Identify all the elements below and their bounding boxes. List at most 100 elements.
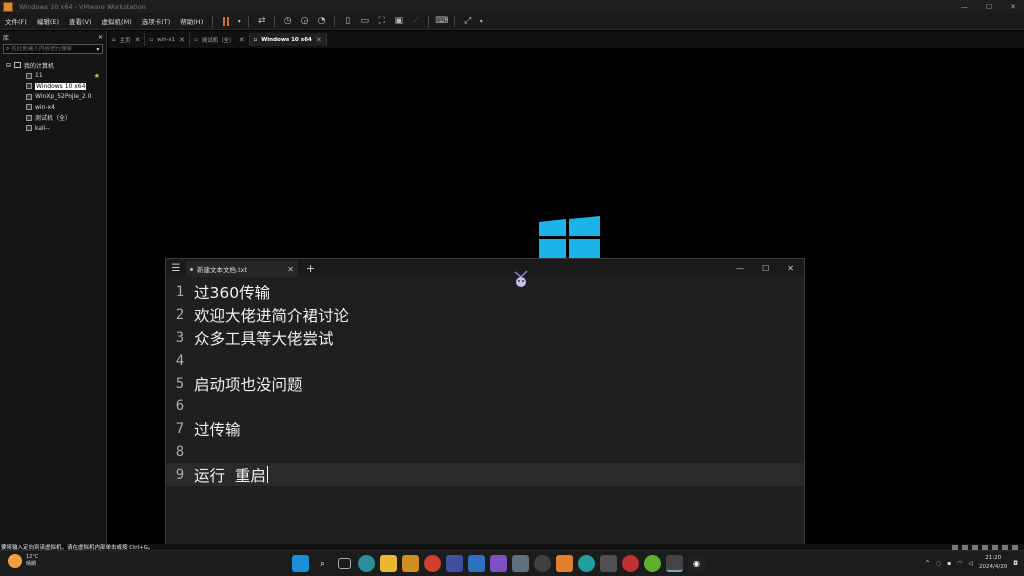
app-icon-10[interactable] [644,555,661,572]
toolbar-separator [428,15,430,27]
notepad-editor[interactable]: 1 过360传输 2 欢迎大佬进简介裙讨论 3 众多工具等大佬尝试 4 5 启动项也没问… [166,277,804,487]
tree-item-winxp[interactable]: WinXp_52Pojie_2.0 [0,92,106,103]
library-search[interactable]: ⌕ ▾ [3,44,103,54]
menu-edit[interactable]: 编辑(E) [32,16,64,26]
thumbnail-icon[interactable]: ▭ [358,15,371,28]
message-icon[interactable] [1012,544,1018,550]
menu-tabs[interactable]: 选项卡(T) [137,16,176,26]
app-icon-1[interactable] [402,555,419,572]
weather-widget[interactable]: 12°C 晴朗 [8,554,38,568]
close-icon[interactable]: ✕ [98,34,103,41]
network-icon[interactable] [972,544,978,550]
tab-wins1[interactable]: ▫ win-s1 ✕ [145,33,190,46]
snapshot-icon[interactable]: ◷ [281,15,294,28]
close-icon[interactable]: ✕ [179,36,185,44]
sound-icon[interactable] [992,544,998,550]
editor-line[interactable]: 3 众多工具等大佬尝试 [166,327,804,350]
editor-line[interactable]: 8 [166,441,804,464]
chevron-down-icon[interactable]: ▾ [236,15,242,28]
tray-app-icon[interactable]: ◌ [936,560,941,567]
console-icon[interactable]: ⌨ [435,15,448,28]
visual-studio-icon[interactable] [490,555,507,572]
editor-line[interactable]: 1 过360传输 [166,281,804,304]
chevron-down-icon[interactable]: ▾ [478,15,484,28]
library-search-input[interactable] [11,46,97,52]
tab-windows10[interactable]: ▫ Windows 10 x64 ✕ [249,33,327,46]
revert-snapshot-icon[interactable]: ◶ [298,15,311,28]
close-icon[interactable]: ✕ [135,36,141,44]
maximize-button[interactable]: ☐ [762,264,769,273]
editor-line[interactable]: 5 启动项也没问题 [166,372,804,395]
pause-icon[interactable] [219,15,232,28]
snapshot-manager-icon[interactable]: ◔ [315,15,328,28]
menu-icon[interactable]: ☰ [166,263,186,274]
menu-file[interactable]: 文件(F) [0,16,32,26]
edge-icon[interactable] [358,555,375,572]
task-view-icon[interactable] [338,558,351,569]
app-icon-7[interactable] [578,555,595,572]
collapse-icon[interactable]: ⊟ [6,62,11,69]
tray-chevron-icon[interactable]: ^ [925,560,930,567]
tree-item-kali[interactable]: kali-- [0,123,106,134]
editor-line-current[interactable]: 9 运行 重启 [166,463,804,487]
vmware-taskbar-icon[interactable] [666,555,683,572]
no-unity-icon[interactable]: ⟋ [409,15,422,28]
clock[interactable]: 21:20 2024/4/20 [979,554,1007,572]
maximize-button[interactable]: ☐ [986,3,992,11]
app-icon-9[interactable] [622,555,639,572]
app-icon-2[interactable] [446,555,463,572]
library-toggle-icon[interactable]: ▯ [341,15,354,28]
file-explorer-icon[interactable] [380,555,397,572]
cd-icon[interactable] [962,544,968,550]
editor-line[interactable]: 2 欢迎大佬进简介裙讨论 [166,304,804,327]
notification-icon[interactable]: ◘ [1013,560,1018,567]
unity-icon[interactable]: ▣ [392,15,405,28]
editor-line[interactable]: 6 [166,395,804,418]
close-icon[interactable]: ✕ [287,265,294,274]
volume-icon[interactable]: ◁ [968,560,973,567]
tray-app-icon[interactable]: ▪ [947,560,951,567]
tree-item-windows10[interactable]: Windows 10 x64 [0,81,106,92]
toolbar-separator [454,15,456,27]
notepad-window[interactable]: ☰ 新建文本文档.txt ✕ + — ☐ ✕ 1 过360传输 2 欢迎大佬进简介裙… [165,258,805,550]
usb-icon[interactable] [982,544,988,550]
qq-icon[interactable]: ◉ [688,555,705,572]
start-icon[interactable] [292,555,309,572]
tab-testvm[interactable]: ▫ 测试机（全） ✕ [190,33,250,46]
minimize-button[interactable]: — [961,3,968,11]
display-icon[interactable] [1002,544,1008,550]
app-icon-4[interactable] [512,555,529,572]
tree-item-testvm[interactable]: 测试机（全） [0,113,106,124]
app-icon-3[interactable] [468,555,485,572]
search-icon[interactable]: ⌕ [314,555,331,572]
wifi-icon[interactable]: ◠ [957,560,962,567]
close-icon[interactable]: ✕ [316,36,322,44]
vm-icon: ▫ [193,36,198,43]
hdd-icon[interactable] [952,544,958,550]
minimize-button[interactable]: — [736,264,744,273]
tree-item-winx4[interactable]: win-x4 [0,102,106,113]
close-icon[interactable]: ✕ [239,36,245,44]
menu-view[interactable]: 查看(V) [64,16,97,26]
chrome-icon[interactable] [424,555,441,572]
menu-help[interactable]: 帮助(H) [175,16,208,26]
stretch-display-icon[interactable]: ⤢ [461,15,474,28]
tree-item-11[interactable]: 11 ★ [0,71,106,82]
editor-line[interactable]: 4 [166,349,804,372]
app-icon-6[interactable] [556,555,573,572]
tree-root[interactable]: ⊟ 我的计算机 [0,60,106,71]
close-button[interactable]: ✕ [787,264,794,273]
vm-icon [26,83,32,90]
send-ctrl-alt-del-icon[interactable]: ⇄ [255,15,268,28]
editor-line[interactable]: 7 过传输 [166,418,804,441]
close-button[interactable]: ✕ [1010,3,1016,11]
menu-vm[interactable]: 虚拟机(M) [97,16,137,26]
chevron-down-icon[interactable]: ▾ [96,46,99,53]
new-tab-icon[interactable]: + [306,262,315,275]
tab-home[interactable]: ⌂ 主页 ✕ [108,33,146,46]
window-title: Windows 10 x64 - VMware Workstation [19,2,146,11]
app-icon-5[interactable] [534,555,551,572]
fullscreen-icon[interactable]: ⛶ [375,15,388,28]
notepad-tab[interactable]: 新建文本文档.txt ✕ [186,261,298,277]
app-icon-8[interactable] [600,555,617,572]
